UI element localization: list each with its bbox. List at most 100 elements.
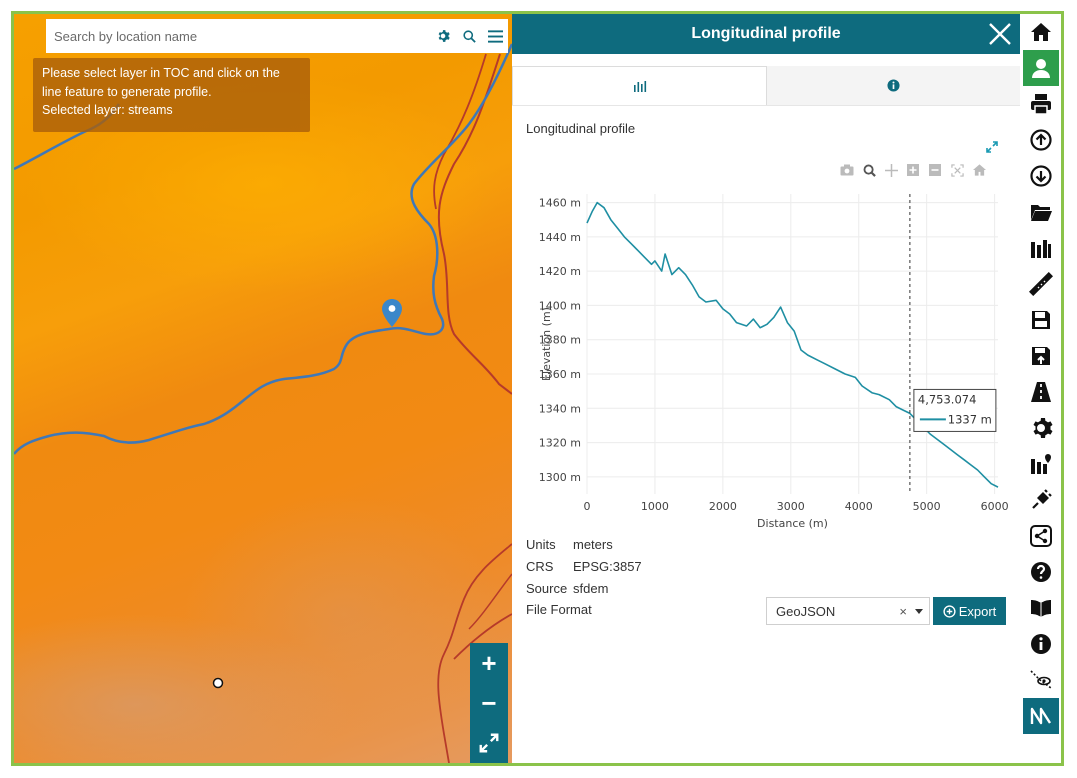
section-title: Longitudinal profile bbox=[526, 121, 636, 136]
plug-icon bbox=[1032, 489, 1052, 509]
hover-x-label: 4,753.074 bbox=[918, 392, 977, 406]
tab-info[interactable] bbox=[767, 66, 1020, 105]
map-instruction-tooltip: Please select layer in TOC and click on … bbox=[33, 58, 310, 132]
search-input[interactable] bbox=[54, 28, 430, 44]
tooltip-line-2: line feature to generate profile. bbox=[42, 84, 212, 99]
help-icon bbox=[1031, 562, 1051, 582]
tooltip-line-1: Please select layer in TOC and click on … bbox=[42, 66, 280, 80]
y-tick-label: 1300 m bbox=[539, 471, 581, 484]
file-format-select[interactable]: GeoJSON × bbox=[766, 597, 930, 625]
toolbar-plug-button[interactable] bbox=[1023, 482, 1059, 518]
x-tick-label: 1000 bbox=[641, 500, 669, 513]
y-tick-label: 1420 m bbox=[539, 265, 581, 278]
toolbar-download-button[interactable] bbox=[1023, 158, 1059, 194]
folder-open-icon bbox=[1031, 205, 1052, 221]
toolbar-info-button[interactable] bbox=[1023, 626, 1059, 662]
zoom-out-button[interactable]: − bbox=[470, 683, 508, 723]
toolbar-ruler-button[interactable] bbox=[1023, 266, 1059, 302]
export-label: Export bbox=[958, 603, 997, 619]
panel-tabs bbox=[512, 66, 1020, 106]
bar-chart-icon bbox=[633, 81, 646, 92]
export-button[interactable]: Export bbox=[933, 597, 1006, 625]
x-axis-title: Distance (m) bbox=[757, 517, 828, 530]
book-icon bbox=[1031, 600, 1051, 617]
x-tick-label: 3000 bbox=[777, 500, 805, 513]
right-toolbar bbox=[1020, 14, 1061, 763]
y-tick-label: 1340 m bbox=[539, 402, 581, 415]
toolbar-save-button[interactable] bbox=[1023, 302, 1059, 338]
toolbar-home-button[interactable] bbox=[1023, 14, 1059, 50]
x-tick-label: 5000 bbox=[913, 500, 941, 513]
toolbar-user-button[interactable] bbox=[1023, 50, 1059, 86]
zoom-in-button[interactable]: + bbox=[470, 643, 508, 683]
panel-header: Longitudinal profile bbox=[512, 14, 1020, 54]
x-tick-label: 0 bbox=[584, 500, 591, 513]
home-icon bbox=[1031, 23, 1051, 41]
profile-line-icon bbox=[1030, 707, 1052, 725]
hover-value-label: 1337 m bbox=[948, 412, 992, 426]
y-tick-label: 1440 m bbox=[539, 231, 581, 244]
save-icon bbox=[1032, 311, 1050, 329]
toolbar-gear-button[interactable] bbox=[1023, 410, 1059, 446]
library-icon bbox=[1031, 240, 1051, 258]
save-as-icon bbox=[1032, 347, 1050, 365]
elevation-chart[interactable]: 0 1000 2000 3000 4000 5000 6000 1300 m 1320 m 134… bbox=[522, 174, 1012, 544]
clear-selection-icon[interactable]: × bbox=[899, 604, 907, 619]
route-eye-icon bbox=[1030, 670, 1052, 689]
map-zoom-controls: + − bbox=[470, 643, 508, 763]
toolbar-help-button[interactable] bbox=[1023, 554, 1059, 590]
y-axis-title: Elevation (m) bbox=[540, 307, 553, 381]
file-format-label: File Format bbox=[526, 602, 592, 617]
toolbar-upload-button[interactable] bbox=[1023, 122, 1059, 158]
x-tick-label: 6000 bbox=[981, 500, 1009, 513]
download-icon bbox=[1030, 165, 1052, 187]
ruler-icon bbox=[1029, 272, 1053, 296]
user-icon bbox=[1032, 59, 1050, 78]
panel-title: Longitudinal profile bbox=[691, 25, 841, 42]
toolbar-route-eye-button[interactable] bbox=[1023, 662, 1059, 698]
expand-chart-icon[interactable] bbox=[986, 141, 998, 153]
toolbar-library-button[interactable] bbox=[1023, 230, 1059, 266]
profile-metadata: Units meters CRS EPSG:3857 Source sfdem bbox=[526, 533, 642, 599]
search-bar bbox=[46, 19, 508, 53]
toolbar-map-marker-button[interactable] bbox=[1023, 446, 1059, 482]
upload-icon bbox=[1030, 129, 1052, 151]
toolbar-folder-open-button[interactable] bbox=[1023, 194, 1059, 230]
tab-chart[interactable] bbox=[512, 66, 767, 105]
x-tick-label: 4000 bbox=[845, 500, 873, 513]
chevron-down-icon[interactable] bbox=[915, 609, 923, 614]
gear-icon[interactable] bbox=[430, 19, 456, 53]
series-line bbox=[586, 201, 999, 488]
location-pin-icon[interactable] bbox=[382, 299, 402, 327]
crs-label: CRS bbox=[526, 558, 554, 574]
toolbar-book-button[interactable] bbox=[1023, 590, 1059, 626]
info-icon bbox=[887, 79, 900, 92]
toolbar-profile-line-button[interactable] bbox=[1023, 698, 1059, 734]
units-value: meters bbox=[573, 536, 613, 552]
fullscreen-button[interactable] bbox=[470, 723, 508, 763]
toolbar-save-as-button[interactable] bbox=[1023, 338, 1059, 374]
y-tick-label: 1320 m bbox=[539, 437, 581, 450]
map-marker-icon bbox=[1031, 454, 1051, 474]
profile-point-marker bbox=[212, 677, 224, 689]
toolbar-print-button[interactable] bbox=[1023, 86, 1059, 122]
info-icon bbox=[1031, 634, 1051, 654]
print-icon bbox=[1031, 94, 1051, 115]
toolbar-share-button[interactable] bbox=[1023, 518, 1059, 554]
y-tick-label: 1460 m bbox=[539, 197, 581, 210]
file-format-value: GeoJSON bbox=[776, 603, 836, 619]
source-label: Source bbox=[526, 580, 568, 596]
close-icon[interactable] bbox=[986, 20, 1014, 48]
search-icon[interactable] bbox=[456, 19, 482, 53]
profile-panel: Longitudinal profile Longitudinal profil… bbox=[512, 14, 1020, 763]
menu-icon[interactable] bbox=[482, 19, 508, 53]
road-icon bbox=[1031, 382, 1051, 402]
toolbar-road-button[interactable] bbox=[1023, 374, 1059, 410]
app-frame: Please select layer in TOC and click on … bbox=[11, 11, 1064, 766]
map-canvas[interactable]: Please select layer in TOC and click on … bbox=[14, 14, 512, 763]
x-tick-label: 2000 bbox=[709, 500, 737, 513]
tooltip-line-3: Selected layer: streams bbox=[42, 103, 173, 117]
crs-value: EPSG:3857 bbox=[573, 558, 642, 574]
expand-arrows-icon bbox=[479, 733, 499, 753]
gear-icon bbox=[1033, 418, 1053, 438]
